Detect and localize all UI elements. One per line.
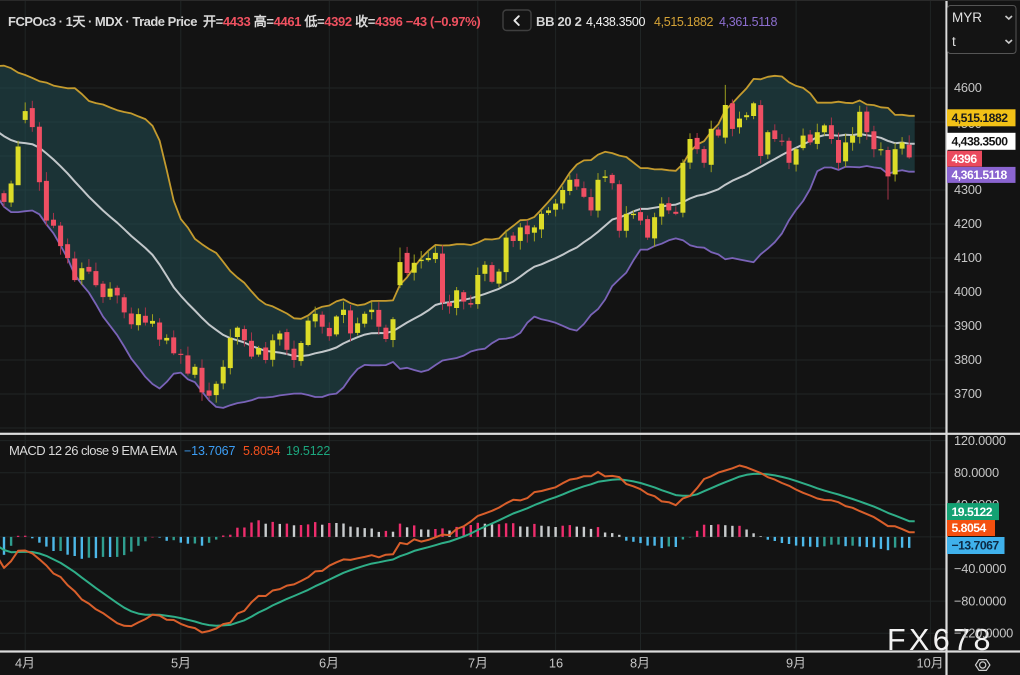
svg-text:开=4433 高=4461 低=4392 收=4396 −4: 开=4433 高=4461 低=4392 收=4396 −43 (−0.97%) <box>203 14 480 29</box>
svg-text:10月: 10月 <box>916 656 943 671</box>
svg-text:−13.7067: −13.7067 <box>184 444 235 458</box>
svg-text:4,438.3500: 4,438.3500 <box>586 15 645 29</box>
svg-text:16: 16 <box>549 656 563 671</box>
svg-text:4300: 4300 <box>954 182 982 197</box>
svg-text:MACD 12 26 close 9 EMA EMA: MACD 12 26 close 9 EMA EMA <box>9 443 178 458</box>
svg-text:4200: 4200 <box>954 216 982 231</box>
svg-text:5.8054: 5.8054 <box>952 521 987 535</box>
svg-text:6月: 6月 <box>319 656 339 671</box>
svg-text:MYR: MYR <box>952 10 982 25</box>
svg-text:4,361.5118: 4,361.5118 <box>719 15 778 29</box>
svg-text:4,361.5118: 4,361.5118 <box>952 168 1008 182</box>
svg-text:3700: 3700 <box>954 386 982 401</box>
svg-text:120.0000: 120.0000 <box>954 433 1006 448</box>
svg-text:−80.0000: −80.0000 <box>954 593 1006 608</box>
svg-text:4600: 4600 <box>954 80 982 95</box>
svg-text:19.5122: 19.5122 <box>286 444 330 458</box>
svg-text:−13.7067: −13.7067 <box>952 539 1000 553</box>
svg-text:4,438.3500: 4,438.3500 <box>952 135 1009 149</box>
svg-text:80.0000: 80.0000 <box>954 465 999 480</box>
svg-text:8月: 8月 <box>630 656 650 671</box>
svg-text:3900: 3900 <box>954 318 982 333</box>
svg-text:4396: 4396 <box>952 152 978 166</box>
svg-text:4,515.1882: 4,515.1882 <box>952 111 1009 125</box>
svg-text:9月: 9月 <box>786 656 806 671</box>
svg-text:4月: 4月 <box>15 656 35 671</box>
svg-text:3800: 3800 <box>954 352 982 367</box>
svg-text:5.8054: 5.8054 <box>243 444 281 458</box>
svg-text:19.5122: 19.5122 <box>952 505 993 519</box>
svg-text:−40.0000: −40.0000 <box>954 561 1006 576</box>
svg-text:BB 20 2: BB 20 2 <box>536 14 582 29</box>
svg-text:FCPOc3 · 1天 · MDX · Trade Pric: FCPOc3 · 1天 · MDX · Trade Price <box>8 14 197 29</box>
svg-text:4000: 4000 <box>954 284 982 299</box>
svg-text:t: t <box>952 34 956 49</box>
svg-text:7月: 7月 <box>468 656 488 671</box>
svg-text:5月: 5月 <box>171 656 191 671</box>
svg-text:4,515.1882: 4,515.1882 <box>654 15 713 29</box>
svg-text:−120.0000: −120.0000 <box>954 625 1013 640</box>
svg-text:4100: 4100 <box>954 250 982 265</box>
